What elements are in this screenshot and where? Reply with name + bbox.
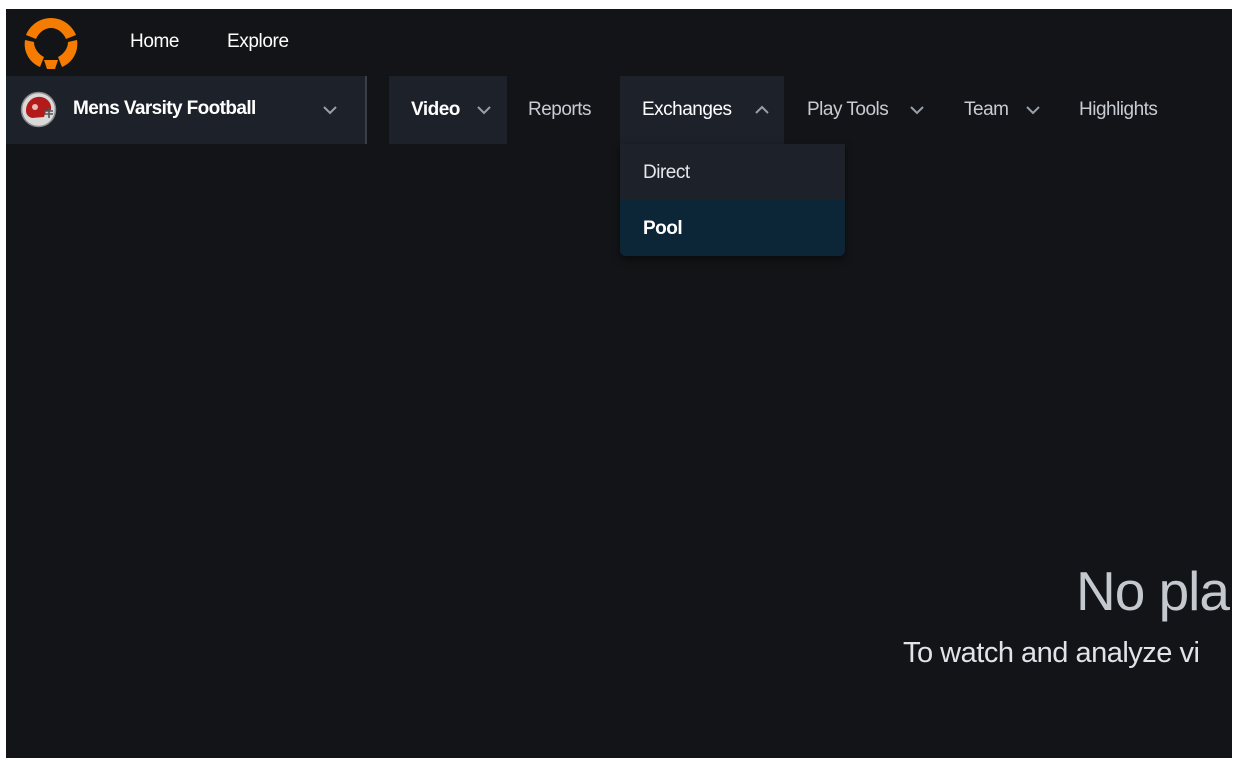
chevron-down-icon <box>1026 106 1040 115</box>
nav-divider <box>365 76 367 144</box>
tab-exchanges-label: Exchanges <box>642 99 732 120</box>
brand-logo-icon[interactable] <box>22 15 80 71</box>
tab-video-label: Video <box>411 99 460 120</box>
top-nav: Home Explore <box>6 9 1232 76</box>
chevron-down-icon <box>323 106 337 115</box>
tab-exchanges[interactable]: Exchanges <box>620 76 784 144</box>
nav-home-link[interactable]: Home <box>130 31 179 53</box>
chevron-down-icon <box>477 106 491 115</box>
tab-reports-label: Reports <box>528 99 592 120</box>
tab-play-tools-label: Play Tools <box>807 99 889 120</box>
football-helmet-icon <box>20 91 57 128</box>
empty-state-title: No pla <box>1076 560 1230 622</box>
tab-play-tools[interactable]: Play Tools <box>786 76 931 144</box>
tab-reports[interactable]: Reports <box>507 76 619 144</box>
team-selector[interactable]: Mens Varsity Football <box>6 76 365 144</box>
app-window: Home Explore Mens Varsity Football Video <box>6 9 1232 758</box>
tab-team-label: Team <box>964 99 1009 120</box>
tab-team[interactable]: Team <box>946 76 1056 144</box>
sub-nav: Mens Varsity Football Video Reports Exch… <box>6 76 1232 144</box>
nav-explore-link[interactable]: Explore <box>227 31 289 53</box>
tab-highlights[interactable]: Highlights <box>1061 76 1181 144</box>
dropdown-item-pool-label: Pool <box>643 218 683 239</box>
dropdown-item-direct-label: Direct <box>643 162 690 183</box>
tab-highlights-label: Highlights <box>1079 99 1158 120</box>
dropdown-item-pool[interactable]: Pool <box>620 200 845 256</box>
chevron-up-icon <box>755 105 769 114</box>
exchanges-dropdown: Direct Pool <box>620 144 845 256</box>
dropdown-item-direct[interactable]: Direct <box>620 144 845 200</box>
empty-state-subtitle: To watch and analyze vi <box>903 637 1200 669</box>
team-name: Mens Varsity Football <box>73 98 256 119</box>
chevron-down-icon <box>910 106 924 115</box>
tab-video[interactable]: Video <box>389 76 507 144</box>
